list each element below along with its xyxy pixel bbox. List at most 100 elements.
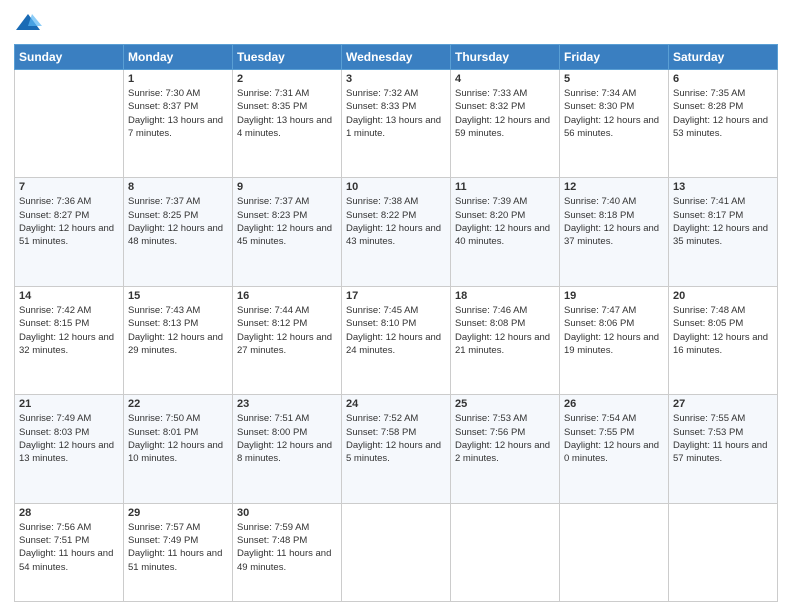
- calendar-cell: 15 Sunrise: 7:43 AMSunset: 8:13 PMDayligh…: [124, 286, 233, 394]
- day-info: Sunrise: 7:46 AMSunset: 8:08 PMDaylight:…: [455, 304, 555, 357]
- calendar-cell: 11Sunrise: 7:39 AMSunset: 8:20 PMDayligh…: [451, 178, 560, 286]
- calendar-cell: 16 Sunrise: 7:44 AMSunset: 8:12 PMDayligh…: [233, 286, 342, 394]
- day-info: Sunrise: 7:50 AMSunset: 8:01 PMDaylight:…: [128, 412, 228, 465]
- day-number: 22: [128, 398, 228, 410]
- day-header-thursday: Thursday: [451, 45, 560, 70]
- calendar-cell: 17Sunrise: 7:45 AMSunset: 8:10 PMDayligh…: [342, 286, 451, 394]
- calendar-cell: 21 Sunrise: 7:49 AMSunset: 8:03 PMDayligh…: [15, 395, 124, 503]
- day-info: Sunrise: 7:34 AMSunset: 8:30 PMDaylight:…: [564, 87, 664, 140]
- calendar-week-row: 7 Sunrise: 7:36 AMSunset: 8:27 PMDaylight…: [15, 178, 778, 286]
- logo: [14, 10, 46, 38]
- calendar-cell: [451, 503, 560, 601]
- day-info: Sunrise: 7:47 AMSunset: 8:06 PMDaylight:…: [564, 304, 664, 357]
- day-info: Sunrise: 7:37 AMSunset: 8:25 PMDaylight:…: [128, 195, 228, 248]
- day-info: Sunrise: 7:32 AMSunset: 8:33 PMDaylight:…: [346, 87, 446, 140]
- calendar-table: SundayMondayTuesdayWednesdayThursdayFrid…: [14, 44, 778, 602]
- calendar-cell: [342, 503, 451, 601]
- day-number: 10: [346, 181, 446, 193]
- calendar-cell: 30Sunrise: 7:59 AMSunset: 7:48 PMDayligh…: [233, 503, 342, 601]
- day-info: Sunrise: 7:35 AMSunset: 8:28 PMDaylight:…: [673, 87, 773, 140]
- day-header-monday: Monday: [124, 45, 233, 70]
- calendar-cell: 20 Sunrise: 7:48 AMSunset: 8:05 PMDayligh…: [669, 286, 778, 394]
- day-info: Sunrise: 7:37 AMSunset: 8:23 PMDaylight:…: [237, 195, 337, 248]
- calendar-cell: [560, 503, 669, 601]
- calendar-cell: 19 Sunrise: 7:47 AMSunset: 8:06 PMDayligh…: [560, 286, 669, 394]
- day-info: Sunrise: 7:38 AMSunset: 8:22 PMDaylight:…: [346, 195, 446, 248]
- calendar-cell: 6 Sunrise: 7:35 AMSunset: 8:28 PMDaylight…: [669, 70, 778, 178]
- calendar-cell: 13Sunrise: 7:41 AMSunset: 8:17 PMDayligh…: [669, 178, 778, 286]
- calendar-week-row: 21 Sunrise: 7:49 AMSunset: 8:03 PMDayligh…: [15, 395, 778, 503]
- logo-icon: [14, 10, 42, 38]
- day-info: Sunrise: 7:52 AMSunset: 7:58 PMDaylight:…: [346, 412, 446, 465]
- calendar-cell: [15, 70, 124, 178]
- calendar-week-row: 28 Sunrise: 7:56 AMSunset: 7:51 PMDayligh…: [15, 503, 778, 601]
- calendar-cell: 8 Sunrise: 7:37 AMSunset: 8:25 PMDaylight…: [124, 178, 233, 286]
- header: [14, 10, 778, 38]
- day-info: Sunrise: 7:57 AMSunset: 7:49 PMDaylight:…: [128, 521, 228, 574]
- day-header-friday: Friday: [560, 45, 669, 70]
- day-number: 3: [346, 73, 446, 85]
- day-number: 25: [455, 398, 555, 410]
- calendar-cell: 9 Sunrise: 7:37 AMSunset: 8:23 PMDaylight…: [233, 178, 342, 286]
- day-info: Sunrise: 7:54 AMSunset: 7:55 PMDaylight:…: [564, 412, 664, 465]
- day-header-saturday: Saturday: [669, 45, 778, 70]
- day-number: 20: [673, 290, 773, 302]
- day-number: 14: [19, 290, 119, 302]
- day-info: Sunrise: 7:51 AMSunset: 8:00 PMDaylight:…: [237, 412, 337, 465]
- day-number: 28: [19, 507, 119, 519]
- calendar-cell: 18 Sunrise: 7:46 AMSunset: 8:08 PMDayligh…: [451, 286, 560, 394]
- day-number: 21: [19, 398, 119, 410]
- calendar-cell: 3 Sunrise: 7:32 AMSunset: 8:33 PMDaylight…: [342, 70, 451, 178]
- calendar-cell: 23 Sunrise: 7:51 AMSunset: 8:00 PMDayligh…: [233, 395, 342, 503]
- calendar-week-row: 1Sunrise: 7:30 AMSunset: 8:37 PMDaylight…: [15, 70, 778, 178]
- day-number: 12: [564, 181, 664, 193]
- day-number: 4: [455, 73, 555, 85]
- day-info: Sunrise: 7:45 AMSunset: 8:10 PMDaylight:…: [346, 304, 446, 357]
- day-number: 19: [564, 290, 664, 302]
- day-info: Sunrise: 7:56 AMSunset: 7:51 PMDaylight:…: [19, 521, 119, 574]
- day-number: 6: [673, 73, 773, 85]
- calendar-cell: 27Sunrise: 7:55 AMSunset: 7:53 PMDayligh…: [669, 395, 778, 503]
- calendar-cell: 26Sunrise: 7:54 AMSunset: 7:55 PMDayligh…: [560, 395, 669, 503]
- day-number: 29: [128, 507, 228, 519]
- calendar-cell: 29 Sunrise: 7:57 AMSunset: 7:49 PMDayligh…: [124, 503, 233, 601]
- calendar-cell: 14 Sunrise: 7:42 AMSunset: 8:15 PMDayligh…: [15, 286, 124, 394]
- day-info: Sunrise: 7:40 AMSunset: 8:18 PMDaylight:…: [564, 195, 664, 248]
- day-number: 11: [455, 181, 555, 193]
- page: SundayMondayTuesdayWednesdayThursdayFrid…: [0, 0, 792, 612]
- day-info: Sunrise: 7:31 AMSunset: 8:35 PMDaylight:…: [237, 87, 337, 140]
- day-info: Sunrise: 7:43 AMSunset: 8:13 PMDaylight:…: [128, 304, 228, 357]
- day-info: Sunrise: 7:55 AMSunset: 7:53 PMDaylight:…: [673, 412, 773, 465]
- day-info: Sunrise: 7:59 AMSunset: 7:48 PMDaylight:…: [237, 521, 337, 574]
- day-info: Sunrise: 7:44 AMSunset: 8:12 PMDaylight:…: [237, 304, 337, 357]
- day-number: 23: [237, 398, 337, 410]
- day-header-wednesday: Wednesday: [342, 45, 451, 70]
- day-header-tuesday: Tuesday: [233, 45, 342, 70]
- calendar-cell: 10 Sunrise: 7:38 AMSunset: 8:22 PMDayligh…: [342, 178, 451, 286]
- calendar-cell: 22 Sunrise: 7:50 AMSunset: 8:01 PMDayligh…: [124, 395, 233, 503]
- day-info: Sunrise: 7:49 AMSunset: 8:03 PMDaylight:…: [19, 412, 119, 465]
- day-number: 15: [128, 290, 228, 302]
- day-header-sunday: Sunday: [15, 45, 124, 70]
- calendar-header-row: SundayMondayTuesdayWednesdayThursdayFrid…: [15, 45, 778, 70]
- day-number: 7: [19, 181, 119, 193]
- day-info: Sunrise: 7:42 AMSunset: 8:15 PMDaylight:…: [19, 304, 119, 357]
- calendar-cell: [669, 503, 778, 601]
- day-number: 1: [128, 73, 228, 85]
- day-info: Sunrise: 7:53 AMSunset: 7:56 PMDaylight:…: [455, 412, 555, 465]
- day-number: 9: [237, 181, 337, 193]
- day-number: 16: [237, 290, 337, 302]
- calendar-cell: 4 Sunrise: 7:33 AMSunset: 8:32 PMDaylight…: [451, 70, 560, 178]
- day-number: 18: [455, 290, 555, 302]
- day-number: 5: [564, 73, 664, 85]
- day-info: Sunrise: 7:36 AMSunset: 8:27 PMDaylight:…: [19, 195, 119, 248]
- calendar-cell: 7 Sunrise: 7:36 AMSunset: 8:27 PMDaylight…: [15, 178, 124, 286]
- day-info: Sunrise: 7:33 AMSunset: 8:32 PMDaylight:…: [455, 87, 555, 140]
- day-info: Sunrise: 7:41 AMSunset: 8:17 PMDaylight:…: [673, 195, 773, 248]
- calendar-cell: 5 Sunrise: 7:34 AMSunset: 8:30 PMDaylight…: [560, 70, 669, 178]
- calendar-cell: 24 Sunrise: 7:52 AMSunset: 7:58 PMDayligh…: [342, 395, 451, 503]
- day-number: 24: [346, 398, 446, 410]
- calendar-week-row: 14 Sunrise: 7:42 AMSunset: 8:15 PMDayligh…: [15, 286, 778, 394]
- day-number: 8: [128, 181, 228, 193]
- day-info: Sunrise: 7:48 AMSunset: 8:05 PMDaylight:…: [673, 304, 773, 357]
